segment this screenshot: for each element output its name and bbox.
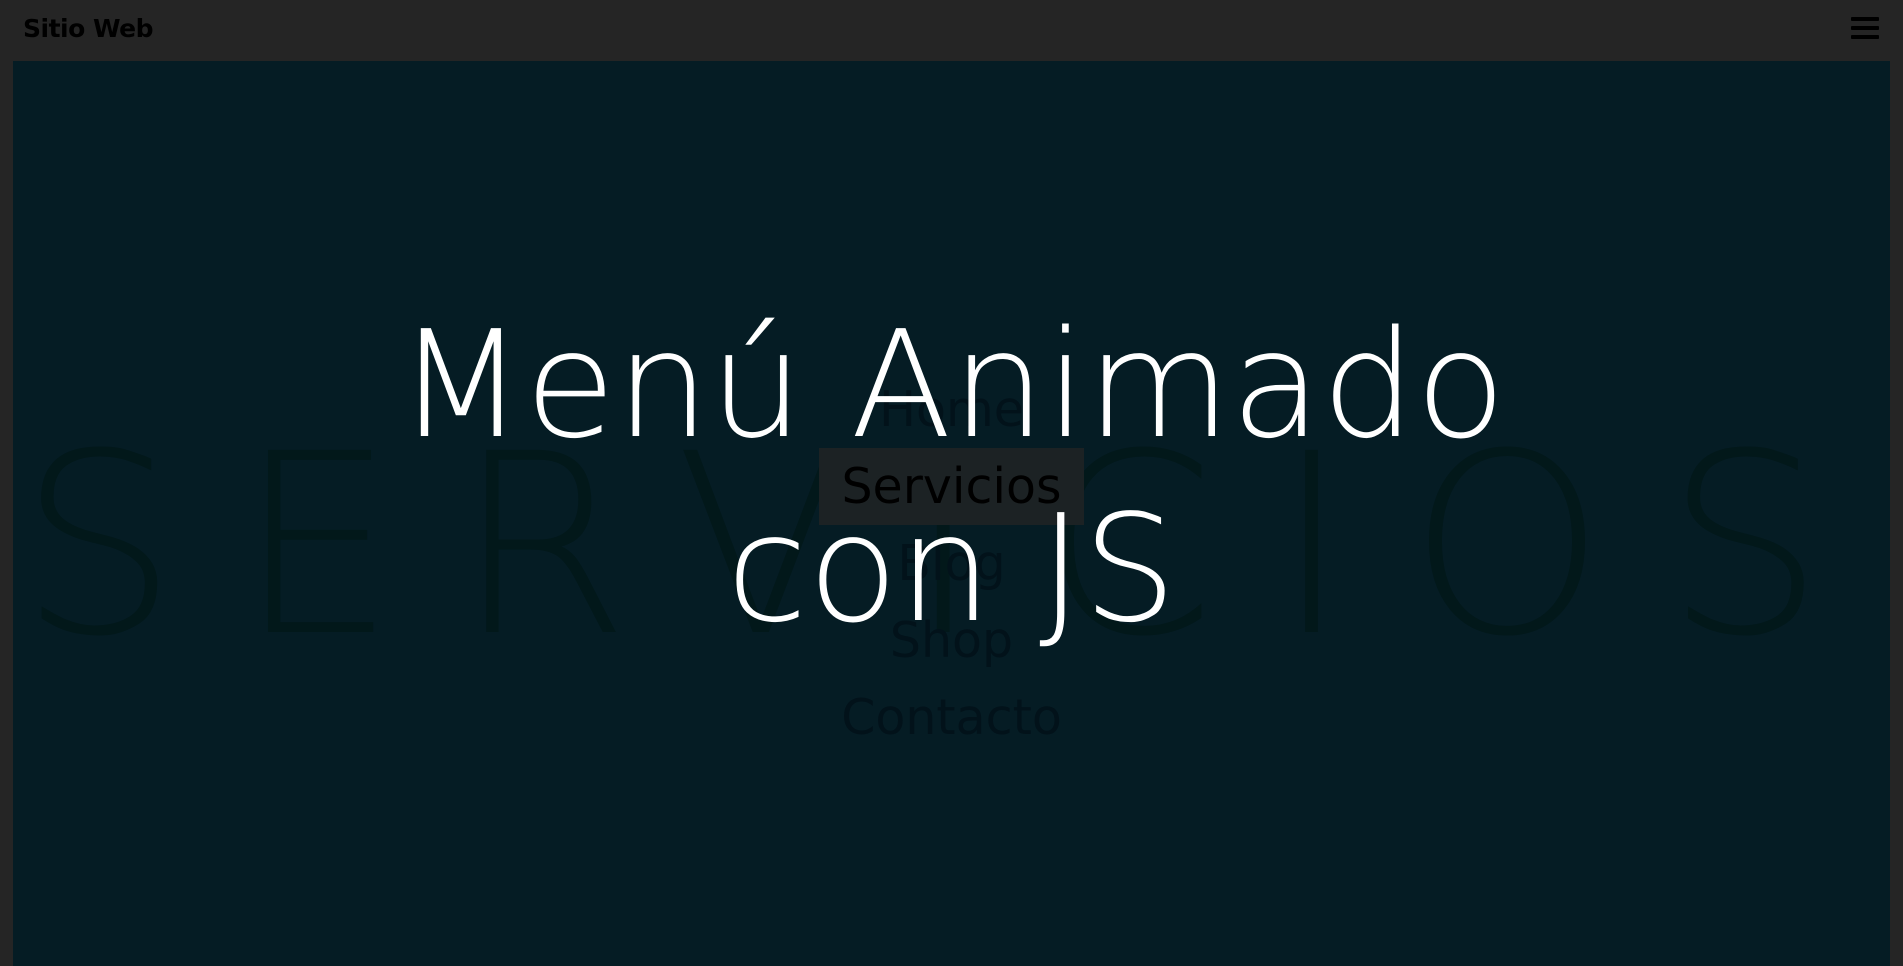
hamburger-line bbox=[1851, 26, 1879, 30]
nav-link-contacto[interactable]: Contacto bbox=[819, 679, 1084, 756]
hamburger-line bbox=[1851, 17, 1879, 21]
top-bar: Sitio Web bbox=[0, 0, 1903, 60]
nav-item-contacto: Contacto bbox=[13, 679, 1890, 756]
nav-link-blog[interactable]: Blog bbox=[875, 525, 1027, 602]
hamburger-menu-icon[interactable] bbox=[1851, 16, 1879, 42]
nav-item-blog: Blog bbox=[13, 525, 1890, 602]
site-brand[interactable]: Sitio Web bbox=[23, 12, 154, 46]
nav-item-home: Home bbox=[13, 371, 1890, 448]
nav-item-shop: Shop bbox=[13, 602, 1890, 679]
content-stage: SERVICIOS Home Servicios Blog Shop Conta… bbox=[13, 61, 1890, 966]
nav-link-servicios[interactable]: Servicios bbox=[819, 448, 1084, 525]
nav-link-shop[interactable]: Shop bbox=[868, 602, 1035, 679]
hamburger-line bbox=[1851, 35, 1879, 39]
nav-item-servicios: Servicios bbox=[13, 448, 1890, 525]
nav-link-home[interactable]: Home bbox=[857, 371, 1046, 448]
nav-menu: Home Servicios Blog Shop Contacto bbox=[13, 371, 1890, 756]
